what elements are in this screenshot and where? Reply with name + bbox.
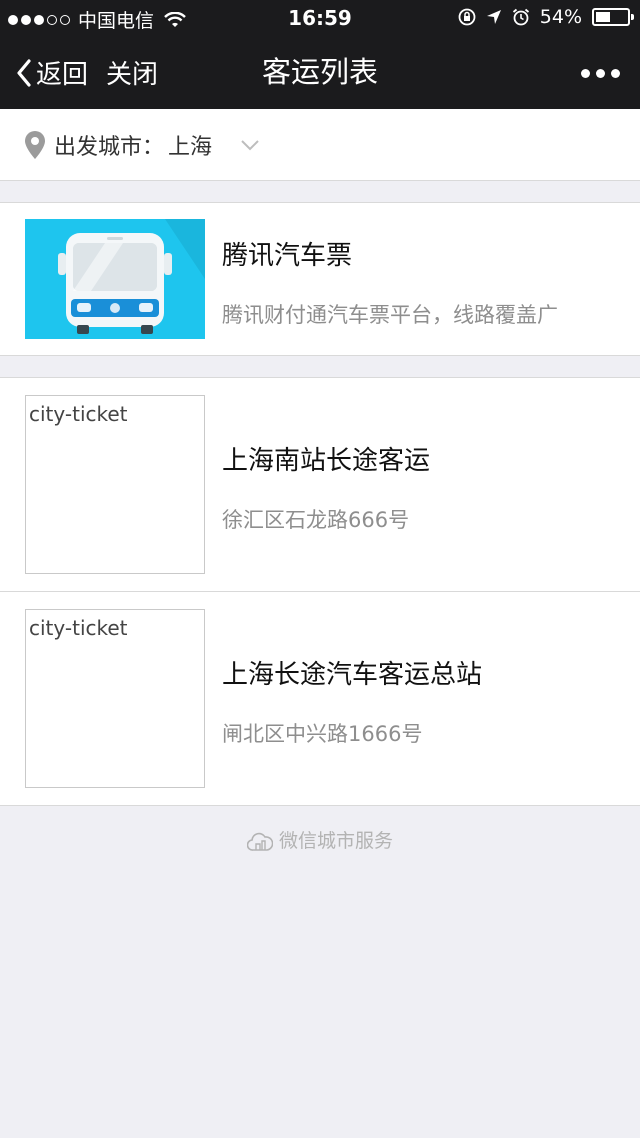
- status-bar: 中国电信 16:59 54%: [0, 0, 640, 36]
- departure-city-selector[interactable]: 出发城市： 上海: [0, 109, 640, 181]
- chevron-down-icon: [241, 139, 259, 150]
- item-subtitle: 腾讯财付通汽车票平台，线路覆盖广: [222, 303, 558, 327]
- list-item[interactable]: city-ticket 上海南站长途客运 徐汇区石龙路666号: [0, 377, 640, 591]
- city-ticket-image-placeholder: city-ticket: [25, 395, 205, 574]
- item-subtitle: 徐汇区石龙路666号: [222, 508, 410, 532]
- cloud-city-icon: [246, 832, 273, 851]
- list-item[interactable]: city-ticket 上海长途汽车客运总站 闸北区中兴路1666号: [0, 591, 640, 806]
- list-item[interactable]: 腾讯汽车票 腾讯财付通汽车票平台，线路覆盖广: [0, 202, 640, 356]
- alarm-icon: [512, 8, 529, 26]
- back-button[interactable]: 返回: [36, 54, 88, 91]
- nav-bar: 返回 关闭 客运列表: [0, 36, 640, 109]
- item-title: 上海长途汽车客运总站: [222, 660, 483, 690]
- footer-service-label: 微信城市服务: [0, 826, 640, 853]
- battery-icon: [592, 8, 634, 26]
- more-menu-button[interactable]: [581, 58, 620, 88]
- back-chevron-icon[interactable]: [16, 58, 32, 87]
- city-ticket-image-placeholder: city-ticket: [25, 609, 205, 788]
- rotation-lock-icon: [458, 8, 476, 26]
- footer-text: 微信城市服务: [278, 830, 393, 852]
- item-title: 上海南站长途客运: [222, 446, 431, 476]
- location-arrow-icon: [486, 10, 501, 24]
- bus-image: [25, 219, 205, 339]
- city-label: 出发城市：: [54, 134, 165, 160]
- battery-percent: 54%: [539, 6, 582, 28]
- city-value: 上海: [168, 134, 213, 160]
- location-pin-icon: [25, 130, 45, 159]
- close-button[interactable]: 关闭: [106, 54, 158, 91]
- item-subtitle: 闸北区中兴路1666号: [222, 722, 423, 746]
- item-title: 腾讯汽车票: [222, 241, 353, 271]
